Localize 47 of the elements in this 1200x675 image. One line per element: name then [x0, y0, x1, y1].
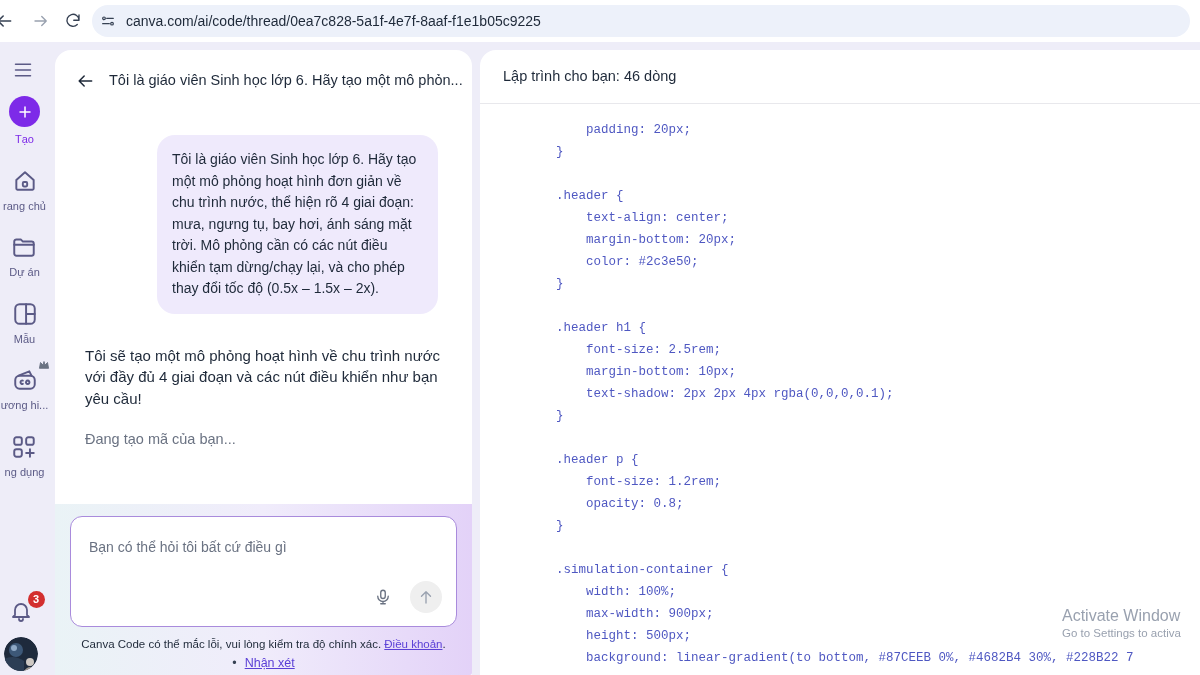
code-line: max-width: 900px; — [585, 607, 714, 621]
disclaimer-text: Canva Code có thể mắc lỗi, vui lòng kiểm tra độ chính xác. Điều khoản. — [81, 637, 446, 652]
reload-icon[interactable] — [64, 12, 82, 30]
code-line: .header { — [555, 189, 624, 203]
code-line: padding: 20px; — [585, 123, 692, 137]
menu-icon[interactable] — [12, 60, 33, 80]
code-line: text-shadow: 2px 2px 4px rgba(0,0,0,0.1); — [585, 387, 894, 401]
code-line: font-size: 2.5rem; — [585, 343, 722, 357]
rail-item[interactable]: ương hi... — [0, 359, 50, 414]
rail-item[interactable]: ng dụng — [4, 433, 45, 480]
code-line: opacity: 0.8; — [585, 497, 684, 511]
wallet-icon — [11, 367, 38, 393]
assistant-message: Tôi sẽ tạo một mô phỏng hoạt hình về chu trình nước với đầy đủ 4 giai đoạn và các nút điều khiển như bạn yêu cầu! — [85, 345, 442, 409]
feedback-link[interactable]: Nhận xét — [244, 654, 295, 673]
user-message: Tôi là giáo viên Sinh học lớp 6. Hãy tạo một mô phỏng hoạt hình đơn giản về chu trình nước, thể hiện rõ 4 giai đoạn: mưa, ngưng tụ, bay hơi, ánh sáng mặt trời. Mô phỏng cần có các nút điều khiển tạm dừng/chạy lại, và cho phép thay đổi tốc độ (0.5x – 1.5x – 2x). — [157, 135, 438, 314]
code-line: } — [555, 145, 564, 159]
code-line: margin-bottom: 10px; — [585, 365, 737, 379]
activation-subtitle: Go to Settings to activa — [1062, 626, 1181, 641]
code-line: .simulation-container { — [555, 563, 729, 577]
code-line: margin-bottom: 20px; — [585, 233, 737, 247]
code-panel-title: Lập trình cho bạn: 46 dòng — [503, 66, 677, 86]
code-line: } — [555, 519, 564, 533]
status-text: Đang tạo mã của bạn... — [85, 430, 237, 449]
code-line: font-size: 1.2rem; — [585, 475, 722, 489]
microphone-icon[interactable] — [374, 588, 392, 606]
code-line: } — [555, 277, 564, 291]
activation-title: Activate Window — [1062, 606, 1181, 626]
rail-item[interactable]: Mẫu — [11, 300, 38, 347]
rail-item[interactable]: Dự án — [9, 234, 40, 281]
crown-icon — [37, 359, 50, 371]
message-input[interactable]: Bạn có thể hỏi tôi bất cứ điều gì — [89, 537, 429, 558]
rail-item[interactable]: rang chủ — [3, 167, 46, 214]
code-line: width: 100%; — [585, 585, 677, 599]
thread-title: Tôi là giáo viên Sinh học lớp 6. Hãy tạo một mô phỏn... — [109, 71, 463, 91]
code-line: } — [555, 409, 564, 423]
apps-icon — [11, 433, 38, 460]
notification-badge: 3 — [27, 591, 45, 608]
code-line: .header p { — [555, 453, 639, 467]
code-line: color: #2c3e50; — [585, 255, 699, 269]
code-line: height: 500px; — [585, 629, 692, 643]
bullet-text: • — [232, 655, 237, 673]
code-line: .header h1 { — [555, 321, 647, 335]
address-bar[interactable]: canva.com/ai/code/thread/0ea7c828-5a1f-4e7f-8aaf-f1e1b05c9225 — [92, 5, 1190, 37]
code-line: background: linear-gradient(to bottom, #87CEEB 0%, #4682B4 30%, #228B22 7 — [585, 651, 1134, 665]
url-text: canva.com/ai/code/thread/0ea7c828-5a1f-4e7f-8aaf-f1e1b05c9225 — [126, 11, 541, 31]
code-line: text-align: center; — [585, 211, 729, 225]
layout-icon — [11, 300, 38, 327]
